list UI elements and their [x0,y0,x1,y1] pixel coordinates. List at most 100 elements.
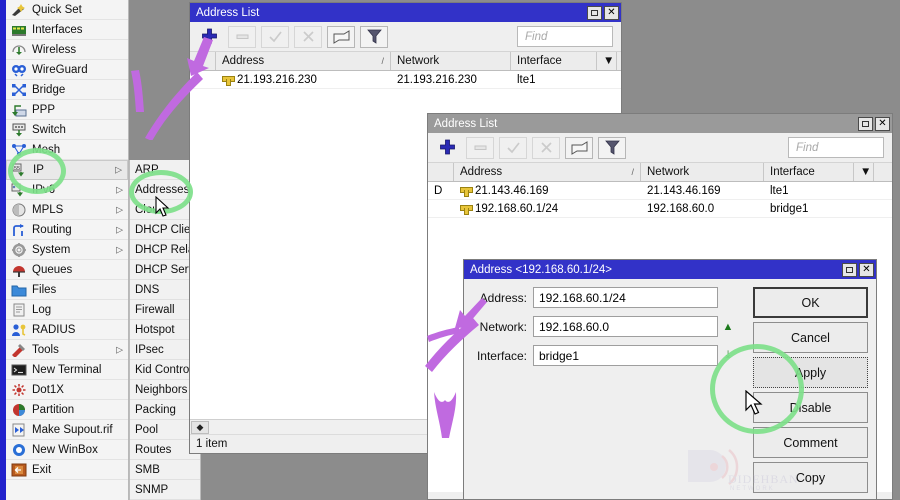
sidebar-item-label: Mesh [32,143,61,156]
search-input[interactable]: Find [788,137,884,158]
disable-button[interactable]: Disable [753,392,868,423]
column-header[interactable]: Address / [454,163,641,181]
field-input[interactable]: bridge1 [533,345,718,366]
winbox-icon [10,442,27,457]
row-flag [190,71,216,88]
sidebar-item-mpls[interactable]: MPLS ▷ [6,200,128,220]
sidebar-item-files[interactable]: Files [6,280,128,300]
column-header[interactable]: Network [641,163,764,181]
search-input[interactable]: Find [517,26,613,47]
sidebar-item-label: Bridge [32,83,66,96]
button-label: Cancel [791,330,830,345]
wand-icon [10,2,27,17]
submenu-item-label: SNMP [135,483,169,496]
filter-icon[interactable] [360,25,388,48]
sidebar-item-wireless[interactable]: Wireless [6,40,128,60]
disable-icon[interactable] [532,136,560,159]
sidebar-item-partition[interactable]: Partition [6,400,128,420]
column-header[interactable]: Network [391,52,511,70]
comment-icon[interactable] [565,136,593,159]
sidebar-item-make-supout-rif[interactable]: Make Supout.rif [6,420,128,440]
chevron-right-icon: ▷ [116,204,123,214]
sidebar-item-quick-set[interactable]: Quick Set [6,0,128,20]
column-header-label: Network [647,166,690,178]
sidebar-item-exit[interactable]: Exit [6,460,128,480]
comment-button[interactable]: Comment [753,427,868,458]
field-input[interactable]: 192.168.60.1/24 [533,287,718,308]
submenu-item-smb[interactable]: SMB [130,460,200,480]
close-icon[interactable]: ✕ [604,5,619,20]
dialog-titlebar[interactable]: Address <192.168.60.1/24> ✕ [464,260,876,279]
apply-button[interactable]: Apply [753,357,868,388]
disable-icon[interactable] [294,25,322,48]
sidebar-item-ppp[interactable]: PPP [6,100,128,120]
ok-button[interactable]: OK [753,287,868,318]
cancel-button[interactable]: Cancel [753,322,868,353]
sidebar-item-mesh[interactable]: Mesh [6,140,128,160]
maximize-icon[interactable] [858,116,873,131]
window-title-text: Address List [196,6,260,19]
sidebar-item-new-terminal[interactable]: New Terminal [6,360,128,380]
sidebar-item-radius[interactable]: RADIUS [6,320,128,340]
sidebar-item-wireguard[interactable]: WireGuard [6,60,128,80]
submenu-item-label: Addresses [135,183,190,196]
maximize-icon[interactable] [842,262,857,277]
field-spinner-icon[interactable]: ▲ [718,321,738,333]
dialog-body: Address: 192.168.60.1/24 Network: 192.168.6… [464,279,876,499]
sidebar-item-switch[interactable]: Switch [6,120,128,140]
column-header[interactable]: Interface [764,163,854,181]
address-pin-icon [460,203,473,215]
scrollbar-thumb[interactable]: ◆ [191,420,209,434]
sort-indicator-icon: / [631,167,634,177]
window-titlebar[interactable]: Address List ✕ [428,114,892,133]
sidebar-item-label: Partition [32,403,75,416]
field-input[interactable]: 192.168.60.0 [533,316,718,337]
column-header[interactable]: Address / [216,52,391,70]
maximize-icon[interactable] [587,5,602,20]
row-address: 192.168.60.1/24 [454,200,641,217]
sidebar-item-label: Wireless [32,43,77,56]
column-header[interactable] [428,163,454,181]
copy-button[interactable]: Copy [753,462,868,493]
sidebar-item-ip[interactable]: 55 IP ▷ [6,160,128,180]
field-spinner-icon[interactable]: ⤓ [718,349,738,362]
comment-icon[interactable] [327,25,355,48]
enable-icon[interactable] [499,136,527,159]
add-icon[interactable] [433,137,461,159]
button-label: Disable [789,400,832,415]
sidebar-item-new-winbox[interactable]: New WinBox [6,440,128,460]
close-icon[interactable]: ✕ [859,262,874,277]
remove-icon[interactable] [228,25,256,48]
column-header[interactable]: ▼ [854,163,874,181]
column-header[interactable]: ▼ [597,52,617,70]
sidebar-item-log[interactable]: Log [6,300,128,320]
sidebar-item-interfaces[interactable]: Interfaces [6,20,128,40]
chevron-right-icon: ▷ [116,184,123,194]
column-header[interactable] [190,52,216,70]
table-row[interactable]: 21.193.216.230 21.193.216.230 lte1 [190,71,621,89]
submenu-item-snmp[interactable]: SNMP [130,480,200,500]
network-card-icon [10,22,27,37]
sidebar-item-queues[interactable]: Queues [6,260,128,280]
sidebar-item-bridge[interactable]: Bridge [6,80,128,100]
sidebar-item-ipv6[interactable]: IPv6 ▷ [6,180,128,200]
table-row[interactable]: D 21.143.46.169 21.143.46.169 lte1 [428,182,892,200]
sidebar-item-dot1x[interactable]: Dot1X [6,380,128,400]
sidebar-item-tools[interactable]: Tools ▷ [6,340,128,360]
enable-icon[interactable] [261,25,289,48]
sidebar-item-label: Exit [32,463,52,476]
terminal-icon [10,362,27,377]
window-titlebar[interactable]: Address List ✕ [190,3,621,22]
table-row[interactable]: 192.168.60.1/24 192.168.60.0 bridge1 [428,200,892,218]
remove-icon[interactable] [466,136,494,159]
close-icon[interactable]: ✕ [875,116,890,131]
sidebar-item-system[interactable]: System ▷ [6,240,128,260]
add-icon[interactable] [195,26,223,48]
item-count-label: 1 item [196,438,228,450]
column-header[interactable]: Interface [511,52,597,70]
filter-icon[interactable] [598,136,626,159]
sidebar-item-label: Dot1X [32,383,64,396]
chevron-right-icon: ▷ [116,224,123,234]
sidebar-item-label: Log [32,303,52,316]
sidebar-item-routing[interactable]: Routing ▷ [6,220,128,240]
